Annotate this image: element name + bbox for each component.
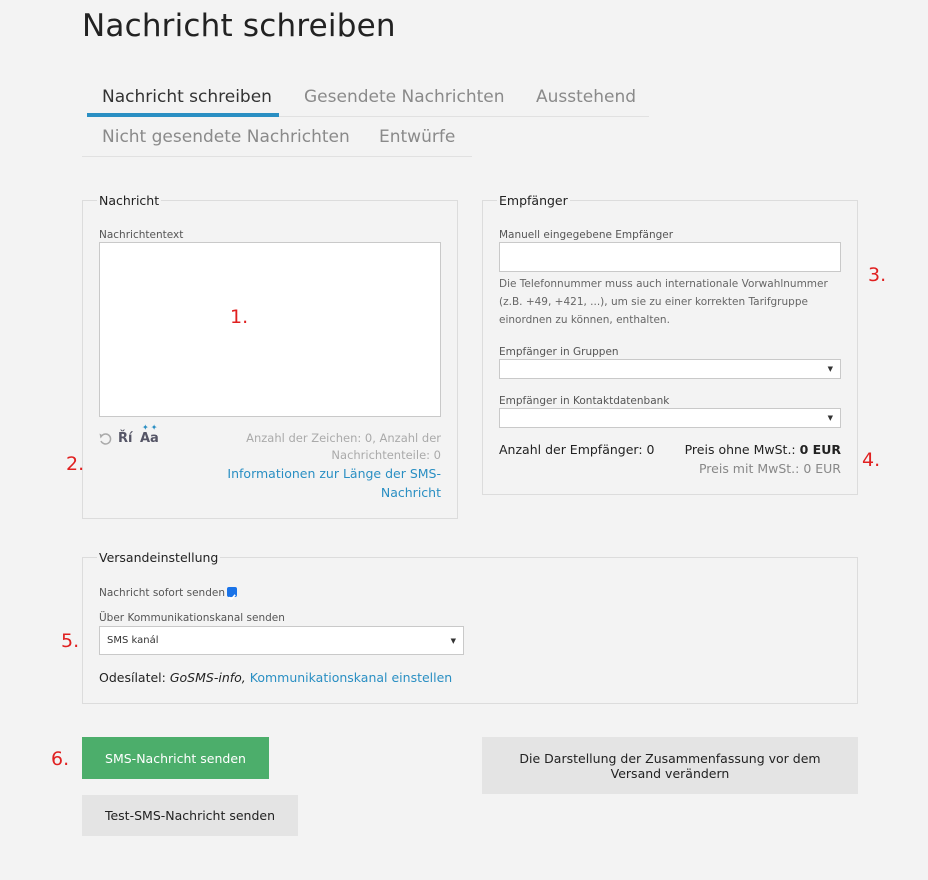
- help-line: Die Telefonnummer muss auch internationa…: [499, 278, 828, 290]
- price-net-label: Preis ohne MwSt.:: [684, 442, 796, 457]
- price-net-value: 0 EUR: [799, 442, 841, 457]
- help-line: (z.B. +49, +421, ...), um sie zu einer k…: [499, 296, 808, 308]
- channel-select-value: SMS kanál: [107, 635, 159, 646]
- tab-sent-messages[interactable]: Gesendete Nachrichten: [304, 87, 505, 107]
- tabs-divider: [82, 156, 472, 157]
- summary-button-line: Versand verändern: [610, 765, 730, 781]
- diacritics-icon[interactable]: Ří: [118, 431, 132, 446]
- sender-name: GoSMS-info,: [169, 670, 246, 685]
- parts-count: Nachrichtenteile: 0: [331, 448, 441, 462]
- phone-format-help: Die Telefonnummer muss auch internationa…: [499, 275, 828, 329]
- manual-recipients-label: Manuell eingegebene Empfänger: [499, 229, 674, 241]
- send-settings-legend: Versandeinstellung: [97, 550, 221, 565]
- channel-label: Über Kommunikationskanal senden: [99, 612, 285, 624]
- annotation-marker: 1.: [230, 306, 249, 328]
- annotation-marker: 6.: [51, 748, 70, 770]
- message-text-label: Nachrichtentext: [99, 229, 184, 241]
- tabs-divider: [279, 116, 649, 117]
- message-textarea[interactable]: [99, 242, 441, 417]
- channel-settings-link[interactable]: Kommunikationskanal einstellen: [250, 670, 452, 685]
- manual-recipients-input[interactable]: [499, 242, 841, 272]
- recipients-legend: Empfänger: [497, 193, 570, 208]
- annotation-marker: 4.: [862, 449, 881, 471]
- sender-line: Odesílatel: GoSMS-info, Kommunikationska…: [99, 670, 452, 685]
- page-title: Nachricht schreiben: [82, 8, 396, 44]
- sms-length-info-link-line2[interactable]: Nachricht: [381, 483, 441, 502]
- sender-prefix: Odesílatel:: [99, 670, 166, 685]
- groups-label: Empfänger in Gruppen: [499, 346, 619, 358]
- summary-button-line: Die Darstellung der Zusammenfassung vor …: [519, 750, 821, 766]
- contacts-select[interactable]: ▼: [499, 408, 841, 428]
- tab-drafts[interactable]: Entwürfe: [379, 127, 455, 147]
- send-now-checkbox[interactable]: [227, 587, 237, 601]
- price-net: Preis ohne MwSt.: 0 EUR: [685, 442, 841, 457]
- chevron-down-icon: ▼: [450, 636, 456, 645]
- contacts-label: Empfänger in Kontaktdatenbank: [499, 395, 670, 407]
- recipient-count: Anzahl der Empfänger: 0: [499, 442, 655, 457]
- groups-select[interactable]: ▼: [499, 359, 841, 379]
- sms-length-info-link-line1[interactable]: Informationen zur Länge der SMS-: [227, 464, 441, 483]
- help-line: einordnen zu können, enthalten.: [499, 314, 670, 326]
- active-tab-indicator: [87, 113, 279, 117]
- tab-unsent-messages[interactable]: Nicht gesendete Nachrichten: [102, 127, 350, 147]
- chevron-down-icon: ▼: [827, 365, 833, 373]
- tab-pending[interactable]: Ausstehend: [536, 87, 636, 107]
- annotation-marker: 2.: [66, 453, 85, 475]
- test-sms-button[interactable]: Test-SMS-Nachricht senden: [82, 795, 298, 836]
- price-gross: Preis mit MwSt.: 0 EUR: [698, 461, 841, 476]
- chevron-down-icon: ▼: [827, 414, 833, 422]
- channel-select[interactable]: SMS kanál ▼: [99, 626, 464, 655]
- sparkle-icon: ✦✦: [142, 423, 160, 432]
- tab-write-message[interactable]: Nachricht schreiben: [102, 87, 272, 107]
- undo-icon[interactable]: [98, 431, 112, 447]
- char-count: Anzahl der Zeichen: 0, Anzahl der: [246, 431, 441, 445]
- send-sms-button[interactable]: SMS-Nachricht senden: [82, 737, 269, 779]
- check-icon: [228, 594, 236, 601]
- message-legend: Nachricht: [97, 193, 162, 208]
- annotation-marker: 5.: [61, 630, 80, 652]
- send-now-label: Nachricht sofort senden: [99, 587, 225, 599]
- annotation-marker: 3.: [868, 264, 887, 286]
- font-case-icon[interactable]: Aa ✦✦: [140, 423, 159, 446]
- summary-display-button[interactable]: Die Darstellung der Zusammenfassung vor …: [482, 737, 858, 794]
- font-case-icon-label: Aa: [140, 431, 159, 446]
